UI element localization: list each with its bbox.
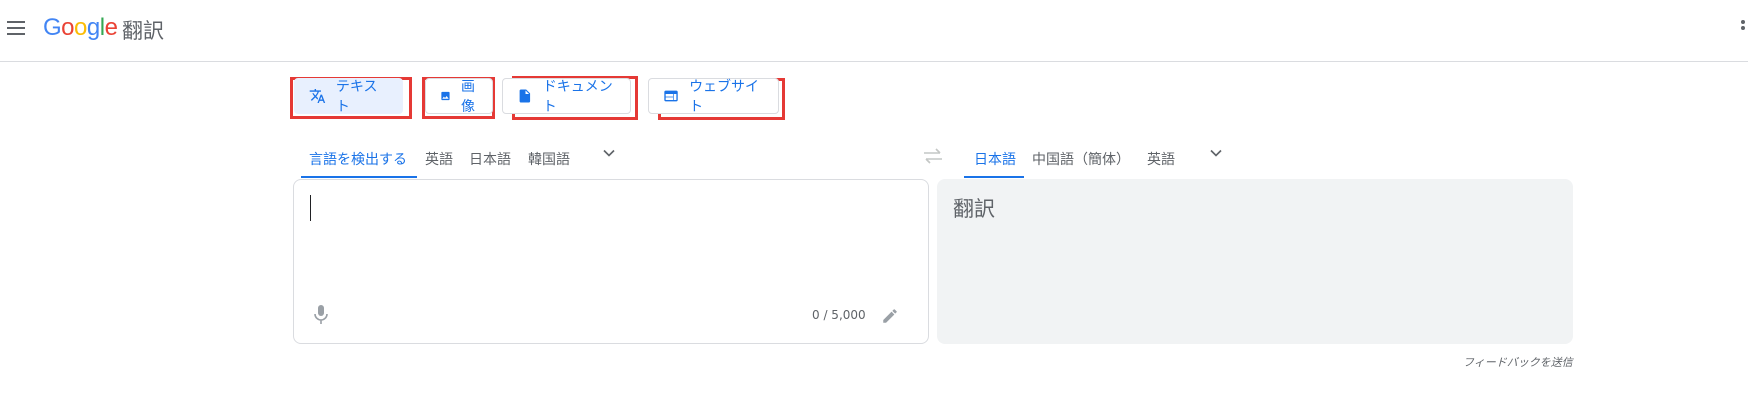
image-icon: [441, 91, 450, 101]
header-divider: [0, 61, 1748, 62]
google-logo[interactable]: Google: [43, 14, 118, 42]
logo-letter: o: [61, 14, 75, 41]
source-lang-japanese[interactable]: 日本語: [469, 140, 511, 178]
main-menu-icon[interactable]: [7, 21, 25, 35]
logo-letter: g: [86, 14, 100, 41]
source-lang-more-icon[interactable]: [599, 143, 619, 163]
source-lang-english[interactable]: 英語: [425, 140, 453, 178]
website-mode-label: ウェブサイト: [689, 79, 760, 115]
source-lang-detect[interactable]: 言語を検出する: [309, 140, 407, 178]
logo-letter: G: [43, 14, 62, 41]
text-caret: [310, 195, 311, 221]
target-lang-english[interactable]: 英語: [1147, 140, 1175, 178]
logo-letter: o: [74, 14, 87, 41]
character-count: 0 / 5,000: [812, 308, 866, 322]
text-mode-button[interactable]: テキスト: [294, 78, 403, 115]
website-icon: [664, 90, 678, 102]
image-mode-label: 画像: [460, 79, 475, 115]
target-lang-more-icon[interactable]: [1206, 143, 1226, 163]
image-mode-button[interactable]: 画像: [425, 78, 493, 115]
target-lang-japanese[interactable]: 日本語: [974, 140, 1016, 178]
translation-placeholder: 翻訳: [953, 197, 995, 221]
source-lang-korean[interactable]: 韓国語: [528, 140, 570, 178]
translation-output-panel: [937, 179, 1573, 344]
product-name[interactable]: 翻訳: [122, 15, 164, 45]
more-options-icon[interactable]: [1741, 20, 1747, 36]
text-mode-label: テキスト: [335, 79, 378, 115]
translate-icon: [309, 88, 326, 104]
send-feedback-link[interactable]: フィードバックを送信: [1463, 354, 1573, 370]
target-tab-underline: [964, 176, 1024, 178]
document-mode-button[interactable]: ドキュメント: [502, 78, 631, 115]
microphone-icon[interactable]: [312, 304, 330, 326]
document-icon: [519, 89, 531, 103]
source-tab-underline: [301, 176, 417, 178]
logo-letter: e: [104, 14, 118, 41]
document-mode-label: ドキュメント: [542, 79, 613, 115]
handwriting-pencil-icon[interactable]: [881, 307, 899, 325]
website-mode-button[interactable]: ウェブサイト: [648, 78, 779, 115]
target-lang-chinese-simplified[interactable]: 中国語（簡体）: [1032, 140, 1130, 178]
swap-languages-icon[interactable]: [921, 146, 945, 166]
